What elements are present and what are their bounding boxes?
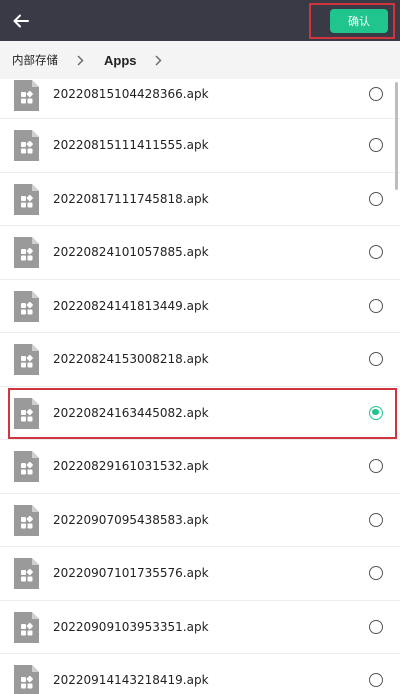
apk-file-icon <box>14 451 39 482</box>
arrow-left-icon <box>13 14 29 28</box>
file-row[interactable]: 20220907101735576.apk <box>0 547 400 601</box>
file-row[interactable]: 20220914143218419.apk <box>0 654 400 694</box>
file-row[interactable]: 20220829161031532.apk <box>0 440 400 494</box>
apk-file-icon <box>14 611 39 643</box>
apk-file-icon <box>14 80 39 111</box>
file-name: 20220824153008218.apk <box>53 352 209 366</box>
confirm-button[interactable]: 确认 <box>330 9 388 33</box>
file-row[interactable]: 20220817111745818.apk <box>0 173 400 226</box>
radio-button[interactable] <box>369 245 383 259</box>
file-row[interactable]: 20220815104428366.apk <box>0 79 400 119</box>
radio-button[interactable] <box>369 566 383 580</box>
file-name: 20220829161031532.apk <box>53 459 209 473</box>
chevron-right-icon <box>155 54 165 66</box>
apk-file-icon <box>14 183 39 215</box>
file-row[interactable]: 20220824163445082.apk <box>0 387 400 440</box>
top-app-bar: 确认 <box>0 0 400 41</box>
radio-button[interactable] <box>369 298 383 313</box>
file-name: 20220914143218419.apk <box>53 673 209 687</box>
radio-button[interactable] <box>369 352 383 366</box>
scrollbar[interactable] <box>395 82 398 190</box>
file-name: 20220824101057885.apk <box>53 245 209 259</box>
file-name: 20220815111411555.apk <box>53 138 209 152</box>
file-name: 20220817111745818.apk <box>53 191 209 206</box>
file-row[interactable]: 20220815111411555.apk <box>0 119 400 173</box>
breadcrumb-item-apps[interactable]: Apps <box>104 53 137 68</box>
apk-file-icon <box>14 558 39 589</box>
apk-file-icon <box>14 397 39 429</box>
radio-button[interactable] <box>369 673 383 687</box>
radio-button-selected[interactable] <box>369 405 383 420</box>
radio-button[interactable] <box>369 619 383 634</box>
chevron-right-icon <box>77 54 87 66</box>
back-button[interactable] <box>8 8 34 34</box>
file-name: 20220907101735576.apk <box>53 566 209 580</box>
apk-file-icon <box>14 130 39 161</box>
file-name: 20220815104428366.apk <box>53 87 209 101</box>
radio-button[interactable] <box>369 87 383 101</box>
file-name: 20220824163445082.apk <box>53 405 209 420</box>
apk-file-icon <box>14 344 39 375</box>
radio-button[interactable] <box>369 138 383 152</box>
breadcrumb: 内部存储 Apps <box>0 41 400 79</box>
file-name: 20220907095438583.apk <box>53 512 209 527</box>
apk-file-icon <box>14 290 39 322</box>
file-list[interactable]: 20220815104428366.apk 20220815111411555.a… <box>0 79 400 694</box>
file-row[interactable]: 20220824153008218.apk <box>0 333 400 387</box>
file-row[interactable]: 20220909103953351.apk <box>0 601 400 654</box>
file-row[interactable]: 20220907095438583.apk <box>0 494 400 547</box>
file-row[interactable]: 20220824141813449.apk <box>0 280 400 333</box>
breadcrumb-item-internal-storage[interactable]: 内部存储 <box>12 52 58 68</box>
apk-file-icon <box>14 504 39 536</box>
apk-file-icon <box>14 665 39 694</box>
file-name: 20220824141813449.apk <box>53 298 209 313</box>
file-name: 20220909103953351.apk <box>53 619 209 634</box>
apk-file-icon <box>14 237 39 268</box>
radio-button[interactable] <box>369 459 383 473</box>
radio-button[interactable] <box>369 191 383 206</box>
radio-button[interactable] <box>369 512 383 527</box>
file-row[interactable]: 20220824101057885.apk <box>0 226 400 280</box>
